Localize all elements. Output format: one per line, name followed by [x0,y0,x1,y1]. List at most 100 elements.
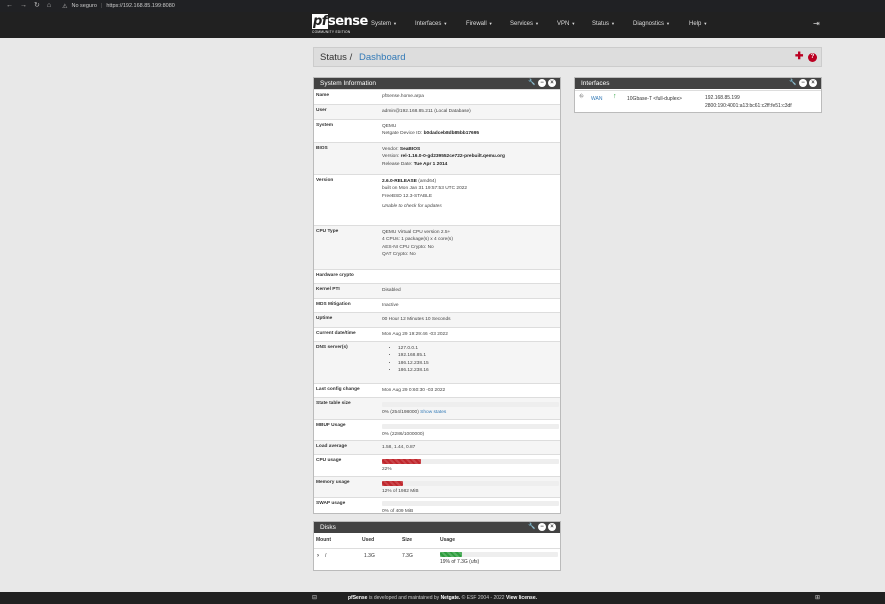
device-id: b0dadceb8db85bb17695 [423,131,480,137]
security-warning: No seguro [71,3,97,9]
row-name: Name pfSense.home.arpa [314,89,560,104]
mbuf-bar [382,424,559,429]
close-icon[interactable]: × [548,79,556,87]
label-load: Load average [316,444,347,449]
value-memory: 12% of 1982 MiB [382,489,419,494]
nav-interfaces[interactable]: Interfaces ▼ [415,20,447,28]
label-mds: MDS Mitigation [316,302,351,307]
forward-icon[interactable]: → [20,0,27,12]
bios-vendor: SeaBIOS [399,147,421,152]
footer-brand: pfSense [348,595,368,601]
label-system: System [316,123,334,128]
row-system: System QEMU Netgate Device ID: b0dadceb8… [314,119,560,142]
label-user: User [316,108,327,113]
row-dns: DNS server(s) 127.0.0.1 192.168.85.1 186… [314,341,560,383]
device-id-prefix: Netgate Device ID: [382,131,424,137]
value-last-config: Mon Aug 29 0:60:30 -03 2022 [382,388,446,393]
home-icon[interactable]: ⌂ [47,0,51,12]
value-cpu-usage: 22% [382,467,392,472]
disk-used: 1.3G [364,553,375,559]
row-user: User admin@192.168.85.211 (Local Databas… [314,104,560,119]
label-bios: BIOS [316,146,328,151]
header-mount: Mount [316,537,331,543]
version-built: built on Mon Jan 31 19:57:53 UTC 2022 [382,186,468,192]
nav-system-label: System [371,21,392,27]
interface-media: 10Gbase-T <full-duplex> [627,96,682,102]
panel-header: Disks 🔧 − × [314,522,560,533]
swap-bar [382,501,559,506]
pfsense-logo[interactable]: pfsense COMMUNITY EDITION [312,14,368,35]
wrench-icon[interactable]: 🔧 [789,79,797,87]
warning-icon: ⚠ [62,3,68,10]
footer-text: is developed and maintained by [367,595,441,601]
close-icon[interactable]: × [809,79,817,87]
footer-collapse-icon[interactable]: ⊟ [312,592,317,604]
page-title[interactable]: Dashboard [359,52,405,63]
dns-server: 127.0.0.1 [398,345,429,352]
caret-down-icon: ▼ [535,21,539,26]
back-icon[interactable]: ← [6,0,13,12]
logo-pf: pf [312,14,328,29]
row-cpu-type: CPU Type QEMU Virtual CPU version 2.5+ 4… [314,225,560,269]
dns-server: 186.12.238.15 [398,360,429,367]
interface-row: ⛗ WAN ↑ 10Gbase-T <full-duplex> 192.168.… [575,90,821,112]
nav-diagnostics[interactable]: Diagnostics ▼ [633,20,670,28]
wrench-icon[interactable]: 🔧 [528,523,536,531]
logo-sense: sense [327,14,368,29]
nav-services-label: Services [510,21,534,27]
breadcrumb-section[interactable]: Status / [320,52,352,63]
minimize-icon[interactable]: − [538,523,546,531]
cpu-usage-fill [382,459,421,464]
show-states-link[interactable]: Show states [420,410,446,415]
row-mds: MDS Mitigation Inactive [314,298,560,312]
label-memory: Memory usage [316,480,350,485]
interface-ipv4: 192.168.85.199 [705,95,740,101]
label-last-config: Last config change [316,387,360,392]
help-icon[interactable]: ? [808,53,817,62]
breadcrumb: Status / Dashboard ✚ ? [313,47,822,67]
minimize-icon[interactable]: − [538,79,546,87]
panel-title: System Information [320,80,376,87]
footer-copyright: © ESF 2004 - 2022 [460,595,506,601]
footer-license-link[interactable]: View license. [506,595,537,601]
expand-chevron-icon[interactable]: › [317,553,319,559]
nav-services[interactable]: Services ▼ [510,20,539,28]
disks-panel: Disks 🔧 − × Mount Used Size Usage › / 1.… [313,521,561,571]
label-hardware-crypto: Hardware crypto [316,273,354,278]
cpu-model: QEMU Virtual CPU version 2.5+ [382,230,451,235]
add-widget-icon[interactable]: ✚ [795,51,803,62]
nav-vpn[interactable]: VPN ▼ [557,20,575,28]
nav-help[interactable]: Help ▼ [689,20,707,28]
nav-firewall[interactable]: Firewall ▼ [466,20,493,28]
interfaces-panel: Interfaces 🔧 − × ⛗ WAN ↑ 10Gbase-T <full… [574,77,822,113]
row-uptime: Uptime 00 Hour 12 Minutes 10 Seconds [314,312,560,327]
minimize-icon[interactable]: − [799,79,807,87]
header-size: Size [402,537,413,543]
interface-wan-link[interactable]: WAN [591,96,602,102]
value-user: admin@192.168.85.211 (Local Database) [382,109,471,114]
cpu-usage-bar [382,459,559,464]
logo-edition: COMMUNITY EDITION [312,30,351,34]
nav-interfaces-label: Interfaces [415,21,442,27]
reload-icon[interactable]: ↻ [34,0,40,12]
panel-title: Disks [320,524,336,531]
row-bios: BIOS Vendor: SeaBIOS Version: rel-1.16.0… [314,142,560,174]
panel-header: System Information 🔧 − × [314,78,560,89]
nav-system[interactable]: System ▼ [371,20,397,28]
address-bar[interactable]: ⚠ No seguro | https://192.168.85.199:808… [62,3,175,10]
url-separator: | [100,3,103,9]
disk-usage-text: 19% of 7.3G (ufs) [440,559,480,565]
nav-help-label: Help [689,21,702,27]
header-usage: Usage [440,537,456,543]
url-text: https://192.168.85.199:8080 [106,3,175,9]
label-datetime: Current date/time [316,331,356,336]
logout-icon[interactable]: ⇥ [813,19,820,28]
wrench-icon[interactable]: 🔧 [528,79,536,87]
cpu-qat: QAT Crypto: No [382,252,416,258]
footer-netgate-link[interactable]: Netgate. [441,595,461,601]
row-swap: SWAP usage 0% of 409 MiB [314,497,560,514]
value-swap: 0% of 409 MiB [382,509,414,514]
footer-expand-icon[interactable]: ⊞ [815,592,820,604]
close-icon[interactable]: × [548,523,556,531]
nav-status[interactable]: Status ▼ [592,20,615,28]
